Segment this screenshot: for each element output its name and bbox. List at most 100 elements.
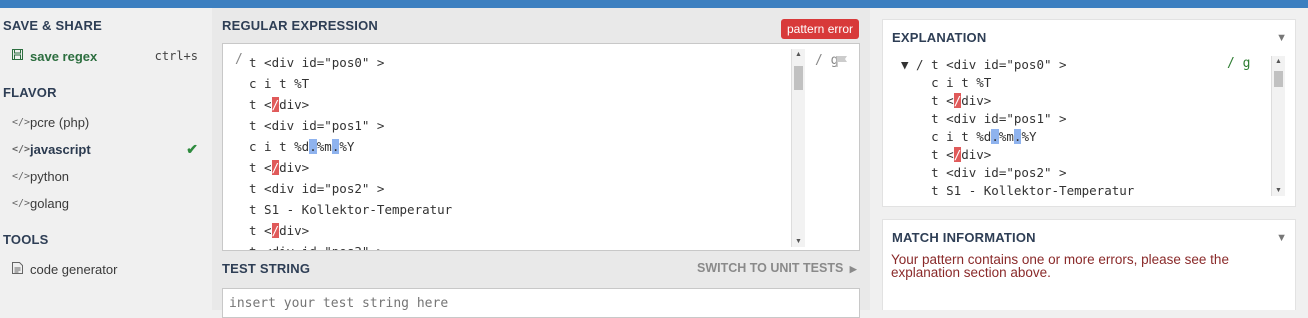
chevron-down-icon[interactable]: ▼ <box>1276 232 1287 244</box>
test-string-input[interactable] <box>223 289 859 317</box>
meta-token: . <box>991 129 999 144</box>
floppy-icon <box>12 49 30 63</box>
sidebar: SAVE & SHARE save regex ctrl+s FLAVOR </… <box>0 8 210 310</box>
regex-line: t <div id="pos1" > <box>249 115 452 136</box>
flavor-item-golang[interactable]: </> golang <box>12 192 198 214</box>
test-string-box[interactable] <box>222 288 860 318</box>
literal-token: t < <box>249 97 272 112</box>
error-token: / <box>271 160 280 175</box>
switch-to-unit-tests-link[interactable]: SWITCH TO UNIT TESTS ▶ <box>697 261 857 275</box>
regex-line: c i t %d.%m.%Y <box>249 136 452 157</box>
literal-token: c i t %T <box>901 75 992 90</box>
literal-token: c i t %d <box>249 139 310 154</box>
literal-token: %Y <box>339 139 355 154</box>
explanation-line: c i t %T <box>901 74 1134 92</box>
literal-token: %m <box>998 129 1014 144</box>
flavor-label: javascript <box>30 141 91 157</box>
match-info-heading: MATCH INFORMATION <box>892 230 1036 245</box>
flavor-item-javascript[interactable]: </> javascript ✔ <box>12 138 198 160</box>
editor-panel: REGULAR EXPRESSION pattern error / t <di… <box>212 8 870 318</box>
scroll-up-icon[interactable]: ▲ <box>1275 58 1282 65</box>
flavor-label: pcre (php) <box>30 114 90 130</box>
explanation-line: t </div> <box>901 92 1134 110</box>
scroll-up-icon[interactable]: ▲ <box>795 51 802 58</box>
literal-token: c i t %T <box>249 76 310 91</box>
literal-token: t < <box>249 223 272 238</box>
regex-flags[interactable]: / g <box>815 53 838 68</box>
regex-line: t S1 - Kollektor-Temperatur <box>249 199 452 220</box>
explanation-heading: EXPLANATION <box>892 30 987 45</box>
literal-token: t <div id="pos3" > <box>249 244 384 250</box>
code-generator-button[interactable]: code generator <box>12 258 198 280</box>
explanation-tree: ▼ / t <div id="pos0" > c i t %T t </div>… <box>901 56 1134 200</box>
explanation-line: c i t %d.%m.%Y <box>901 128 1134 146</box>
pattern-error-badge: pattern error <box>781 19 860 39</box>
flavor-label: python <box>30 168 70 184</box>
regex-line: t <div id="pos0" > <box>249 52 452 73</box>
regex-line: c i t %T <box>249 73 452 94</box>
error-token: / <box>271 223 280 238</box>
code-icon: </> <box>12 116 31 128</box>
flavor-item-pcre[interactable]: </> pcre (php) <box>12 111 198 133</box>
test-string-heading: TEST STRING <box>222 261 311 276</box>
explanation-flag: / g <box>1227 56 1251 71</box>
literal-token: div> <box>279 97 310 112</box>
chevron-down-icon[interactable]: ▼ <box>1276 32 1287 44</box>
literal-token: %Y <box>1021 129 1037 144</box>
literal-token: div> <box>279 223 310 238</box>
literal-token: ▼ / t <div id="pos0" > <box>901 57 1067 72</box>
code-icon: </> <box>12 197 31 209</box>
explanation-line: t <div id="pos1" > <box>901 110 1134 128</box>
explanation-card: EXPLANATION ▼ ▼ / t <div id="pos0" > c i… <box>882 19 1296 207</box>
regex-line: t </div> <box>249 157 452 178</box>
scroll-thumb[interactable] <box>794 66 803 90</box>
regex-line: t </div> <box>249 94 452 115</box>
code-icon: </> <box>12 170 31 182</box>
info-panel: EXPLANATION ▼ ▼ / t <div id="pos0" > c i… <box>870 8 1308 310</box>
tools-heading: TOOLS <box>3 232 49 247</box>
regex-input[interactable]: / t <div id="pos0" > c i t %T t </div> t <d… <box>222 43 860 251</box>
literal-token: t < <box>249 160 272 175</box>
scroll-down-icon[interactable]: ▼ <box>795 238 802 245</box>
save-regex-label: save regex <box>30 48 98 64</box>
regex-line: t <div id="pos2" > <box>249 178 452 199</box>
checkmark-icon: ✔ <box>186 140 198 157</box>
literal-token: div> <box>279 160 310 175</box>
literal-token: t < <box>901 147 954 162</box>
explanation-line: ▼ / t <div id="pos0" > <box>901 56 1134 74</box>
explanation-line: t <div id="pos2" > <box>901 164 1134 182</box>
literal-token: t <div id="pos0" > <box>249 55 385 70</box>
flag-icon[interactable] <box>836 55 848 67</box>
literal-token: div> <box>961 93 992 108</box>
top-accent-bar <box>0 0 1308 8</box>
literal-token: div> <box>961 147 992 162</box>
explanation-scrollbar[interactable]: ▲ ▼ <box>1271 56 1285 196</box>
tool-label: code generator <box>30 261 118 277</box>
flavor-item-python[interactable]: </> python <box>12 165 198 187</box>
literal-token: c i t %d <box>901 129 992 144</box>
regex-delimiter: / <box>235 52 243 67</box>
scroll-thumb[interactable] <box>1274 71 1283 87</box>
literal-token: t <div id="pos2" > <box>249 181 385 196</box>
explanation-line: t S1 - Kollektor-Temperatur <box>901 182 1134 200</box>
regex-line: t </div> <box>249 220 452 241</box>
regex-heading: REGULAR EXPRESSION <box>222 18 379 33</box>
explanation-line: t </div> <box>901 146 1134 164</box>
save-shortcut: ctrl+s <box>154 49 198 63</box>
code-icon: </> <box>12 143 31 155</box>
save-regex-button[interactable]: save regex ctrl+s <box>12 45 198 67</box>
literal-token: t <div id="pos1" > <box>249 118 385 133</box>
literal-token: t S1 - Kollektor-Temperatur <box>249 202 453 217</box>
chevron-right-icon: ▶ <box>849 264 857 274</box>
regex-pattern-text[interactable]: t <div id="pos0" > c i t %T t </div> t <div… <box>249 52 452 250</box>
code-generator-icon <box>12 261 30 277</box>
literal-token: t <div id="pos1" > <box>901 111 1067 126</box>
flavor-heading: FLAVOR <box>3 85 57 100</box>
literal-token: t < <box>901 93 954 108</box>
meta-token: . <box>309 139 317 154</box>
match-info-message: Your pattern contains one or more errors… <box>891 252 1229 280</box>
literal-token: t S1 - Kollektor-Temperatur <box>901 183 1135 198</box>
regex-scrollbar[interactable]: ▲ ▼ <box>791 49 805 247</box>
scroll-down-icon[interactable]: ▼ <box>1275 187 1282 194</box>
literal-token: t <div id="pos2" > <box>901 165 1067 180</box>
